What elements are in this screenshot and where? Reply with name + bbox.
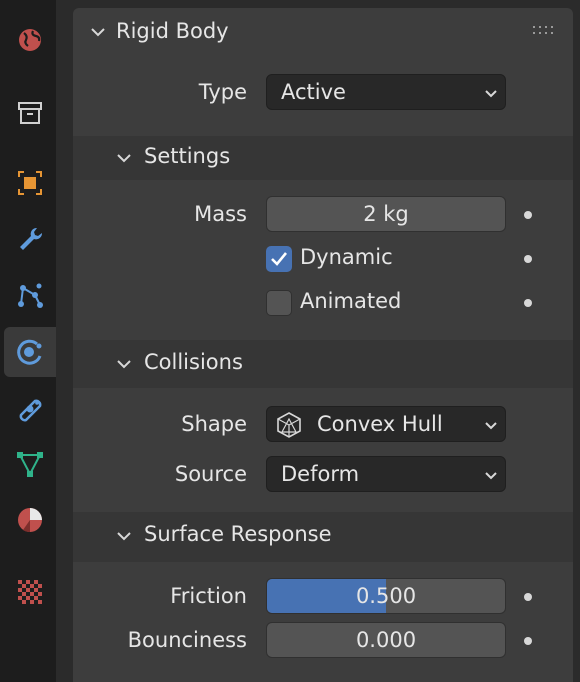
tab-particles[interactable] xyxy=(4,270,56,320)
mass-label: Mass xyxy=(194,202,247,226)
settings-title: Settings xyxy=(144,144,231,168)
friction-label: Friction xyxy=(170,584,247,608)
collisions-subpanel-header[interactable]: Collisions xyxy=(73,342,573,386)
mass-row: Mass 2 kg xyxy=(73,194,573,238)
modifier-wrench-icon xyxy=(20,227,43,250)
checkmark-icon xyxy=(271,252,288,266)
tab-collection[interactable] xyxy=(4,88,56,138)
properties-tab-bar xyxy=(0,0,56,682)
constraints-icon xyxy=(19,399,42,422)
bounciness-row: Bounciness 0.000 xyxy=(73,620,573,664)
source-label: Source xyxy=(174,462,247,486)
shape-label: Shape xyxy=(181,412,247,436)
bounciness-value: 0.000 xyxy=(355,628,417,652)
tab-world[interactable] xyxy=(4,15,56,65)
convex-hull-icon xyxy=(277,412,301,438)
tab-object[interactable] xyxy=(4,158,56,208)
chevron-down-icon xyxy=(89,23,107,41)
shape-dropdown[interactable]: Convex Hull xyxy=(266,406,506,442)
collection-icon xyxy=(18,102,42,124)
type-row: Type Active xyxy=(73,71,573,115)
chevron-down-icon xyxy=(485,90,497,98)
dynamic-row: Dynamic xyxy=(73,238,573,282)
particles-icon xyxy=(18,283,43,308)
physics-icon xyxy=(17,339,42,365)
mass-value: 2 kg xyxy=(363,202,409,226)
collisions-title: Collisions xyxy=(144,350,243,374)
dynamic-checkbox[interactable] xyxy=(266,246,292,272)
keyframe-dot-icon[interactable] xyxy=(524,593,532,601)
source-dropdown[interactable]: Deform xyxy=(266,456,506,492)
material-icon xyxy=(18,508,42,533)
mesh-data-icon xyxy=(17,452,43,477)
friction-value: 0.500 xyxy=(355,584,417,608)
animated-row: Animated xyxy=(73,282,573,326)
keyframe-dot-icon[interactable] xyxy=(524,637,532,645)
bounciness-label: Bounciness xyxy=(127,628,247,652)
settings-subpanel-header[interactable]: Settings xyxy=(73,136,573,180)
type-dropdown[interactable]: Active xyxy=(266,74,506,110)
dynamic-label: Dynamic xyxy=(300,245,393,269)
properties-editor: Rigid Body Type Active Settings Mass 2 k… xyxy=(56,0,580,682)
animated-checkbox[interactable] xyxy=(266,290,292,316)
scene-world-icon xyxy=(19,29,41,51)
chevron-down-icon xyxy=(115,149,133,167)
tab-constraints[interactable] xyxy=(4,383,56,433)
mass-field[interactable]: 2 kg xyxy=(266,196,506,232)
friction-row: Friction 0.500 xyxy=(73,576,573,620)
keyframe-dot-icon[interactable] xyxy=(524,299,532,307)
friction-slider[interactable]: 0.500 xyxy=(266,578,506,614)
rigid-body-header[interactable]: Rigid Body xyxy=(73,8,573,52)
tab-material[interactable] xyxy=(4,495,56,545)
chevron-down-icon xyxy=(485,472,497,480)
type-label: Type xyxy=(198,80,247,104)
keyframe-dot-icon[interactable] xyxy=(524,255,532,263)
source-row: Source Deform xyxy=(73,454,573,498)
shape-row: Shape Convex Hull xyxy=(73,404,573,448)
tab-physics[interactable] xyxy=(4,327,56,377)
rigid-body-panel: Rigid Body Type Active Settings Mass 2 k… xyxy=(73,8,573,682)
tab-modifiers[interactable] xyxy=(4,214,56,264)
animated-label: Animated xyxy=(300,289,402,313)
source-value: Deform xyxy=(281,462,360,486)
drag-handle-icon[interactable] xyxy=(533,26,557,36)
object-icon xyxy=(18,171,42,195)
shape-value: Convex Hull xyxy=(317,412,443,436)
tab-texture[interactable] xyxy=(4,567,56,617)
surface-response-title: Surface Response xyxy=(144,522,332,546)
chevron-down-icon xyxy=(485,422,497,430)
chevron-down-icon xyxy=(115,527,133,545)
keyframe-dot-icon[interactable] xyxy=(524,211,532,219)
type-value: Active xyxy=(281,80,346,104)
panel-title: Rigid Body xyxy=(116,19,229,43)
bounciness-slider[interactable]: 0.000 xyxy=(266,622,506,658)
texture-icon xyxy=(18,580,42,604)
chevron-down-icon xyxy=(115,355,133,373)
tab-mesh-data[interactable] xyxy=(4,439,56,489)
surface-response-subpanel-header[interactable]: Surface Response xyxy=(73,514,573,558)
